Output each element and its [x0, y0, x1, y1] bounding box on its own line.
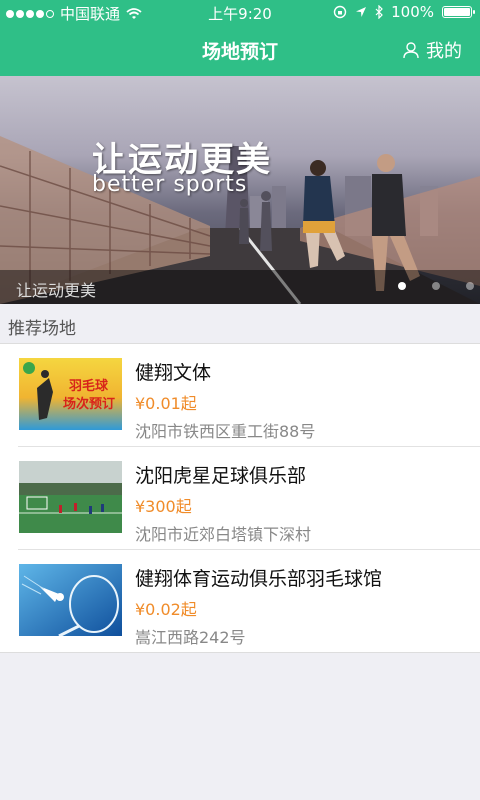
venue-item[interactable]: 羽毛球 场次预订 健翔文体 ¥0.01起 沈阳市铁西区重工街88号 [0, 344, 480, 446]
status-bar: 中国联通 上午9:20 100% [0, 0, 480, 24]
venue-info: 健翔体育运动俱乐部羽毛球馆 ¥0.02起 嵩江西路242号 [135, 564, 382, 648]
venue-thumbnail [19, 461, 122, 533]
venue-price: ¥300起 [135, 497, 192, 516]
status-right: 100% [333, 3, 475, 21]
venue-info: 沈阳虎星足球俱乐部 ¥300起 沈阳市近郊白塔镇下深村 [135, 461, 311, 545]
user-icon [403, 42, 419, 59]
section-title: 推荐场地 [8, 319, 76, 339]
venue-thumbnail [19, 564, 122, 636]
banner-carousel[interactable]: 让运动更美 better sports 让运动更美 [0, 76, 480, 304]
venue-info: 健翔文体 ¥0.01起 沈阳市铁西区重工街88号 [135, 358, 315, 442]
banner-caption-bar: 让运动更美 [0, 270, 480, 304]
pager-dot[interactable] [398, 282, 406, 290]
top-bar: 中国联通 上午9:20 100% 场地预订 我的 [0, 0, 480, 76]
bluetooth-icon [375, 5, 383, 19]
banner-slogan-en: better sports [92, 172, 248, 197]
venue-name: 沈阳虎星足球俱乐部 [135, 465, 307, 487]
thumb-text-badminton: 羽毛球 [69, 378, 109, 394]
venue-price: ¥0.02起 [135, 600, 197, 619]
venue-item[interactable]: 健翔体育运动俱乐部羽毛球馆 ¥0.02起 嵩江西路242号 [18, 549, 480, 652]
thumb-text-booking: 场次预订 [63, 396, 115, 412]
rotation-lock-icon [333, 5, 347, 19]
venue-address: 沈阳市近郊白塔镇下深村 [135, 525, 312, 544]
battery-icon [442, 6, 475, 18]
location-arrow-icon [356, 7, 367, 17]
venue-price: ¥0.01起 [135, 394, 197, 413]
mine-button[interactable]: 我的 [402, 37, 462, 63]
banner-caption: 让运动更美 [16, 281, 97, 300]
nav-bar: 场地预订 我的 [0, 24, 480, 76]
venue-thumbnail: 羽毛球 场次预订 [19, 358, 122, 430]
carousel-pager[interactable] [398, 282, 474, 290]
mine-label: 我的 [426, 41, 462, 62]
battery-percent: 100% [391, 3, 434, 21]
venue-name: 健翔体育运动俱乐部羽毛球馆 [135, 568, 383, 590]
pager-dot[interactable] [466, 282, 474, 290]
venue-name: 健翔文体 [135, 362, 212, 384]
venue-item[interactable]: 沈阳虎星足球俱乐部 ¥300起 沈阳市近郊白塔镇下深村 [18, 446, 480, 549]
venue-address: 沈阳市铁西区重工街88号 [135, 422, 316, 441]
venue-address: 嵩江西路242号 [135, 628, 246, 647]
venue-list: 羽毛球 场次预订 健翔文体 ¥0.01起 沈阳市铁西区重工街88号 沈阳虎星足球… [0, 343, 480, 653]
pager-dot[interactable] [432, 282, 440, 290]
